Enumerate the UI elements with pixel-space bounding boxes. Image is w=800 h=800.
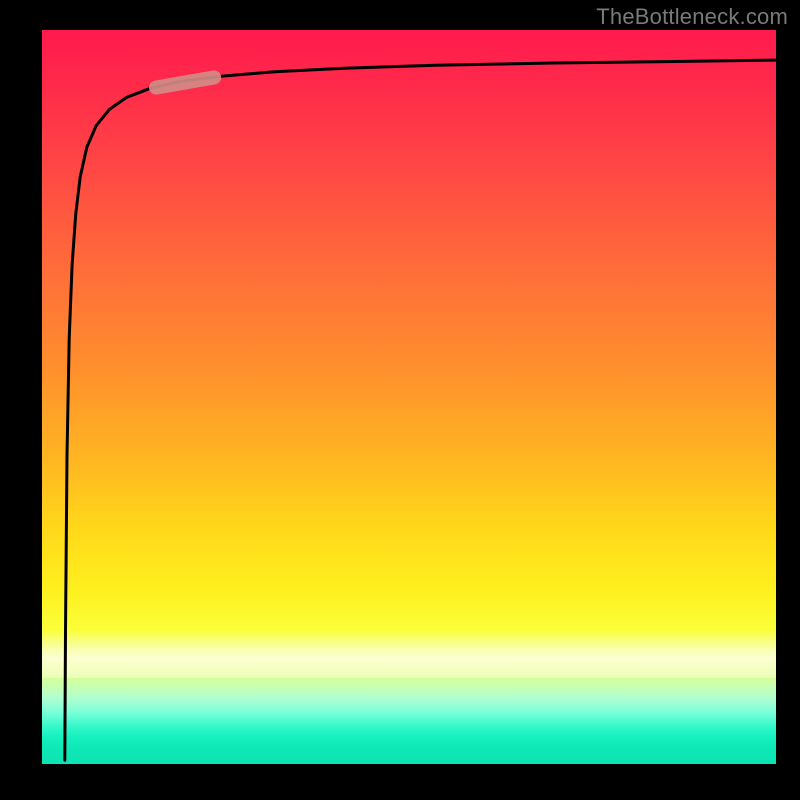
watermark-text: TheBottleneck.com: [596, 4, 788, 30]
chart-frame: TheBottleneck.com: [0, 0, 800, 800]
bottom-border: [0, 764, 800, 800]
plot-gradient-area: [42, 30, 776, 764]
left-border: [0, 0, 42, 800]
